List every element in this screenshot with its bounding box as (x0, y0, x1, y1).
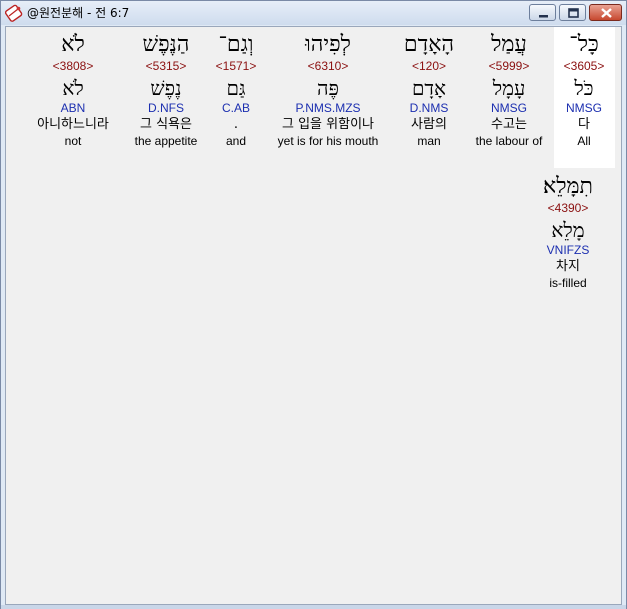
close-icon (601, 8, 612, 18)
word-block[interactable]: לֹא <3808> לֹא ABN 아니하느니라 not (23, 31, 123, 149)
korean-gloss: 수고는 (491, 117, 527, 132)
korean-gloss: 차지 (556, 259, 580, 274)
hebrew-word: הָאָדָם (403, 32, 455, 57)
english-gloss: the labour of (475, 134, 543, 148)
korean-gloss: . (233, 117, 239, 132)
word-block[interactable]: לְפִיהוּ <6310> פֶּה P.NMS.MZS 그 입을 위함이나… (263, 31, 393, 149)
word-block[interactable]: הָאָדָם <120> אָדָם D.NMS 사람의 man (384, 31, 474, 149)
word-block[interactable]: עֲמַל <5999> עָמָל NMSG 수고는 the labour o… (464, 31, 554, 149)
maximize-icon (568, 8, 579, 18)
word-block[interactable]: הַנֶּפֶשׁ <5315> נֶפֶשׁ D.NFS 그 식욕은 the … (121, 31, 211, 149)
morphology-code: NMSG (491, 101, 527, 115)
word-block[interactable]: תִמָּלֵא׃ <4390> מָלֵא VNIFZS 차지 is-fill… (528, 173, 608, 291)
korean-gloss: 그 식욕은 (140, 117, 192, 132)
lemma-word: לֹא (62, 76, 84, 100)
close-button[interactable] (589, 4, 622, 21)
strong-number[interactable]: <5999> (464, 59, 554, 74)
strong-number[interactable]: <120> (384, 59, 474, 74)
hebrew-word: לֹא (61, 32, 85, 57)
morphology-code: D.NFS (148, 101, 184, 115)
strong-number[interactable]: <3808> (23, 59, 123, 74)
english-gloss: and (225, 134, 247, 148)
english-gloss: man (417, 134, 441, 148)
morphology-code: D.NMS (409, 101, 449, 115)
window-title: @원전분해 - 전 6:7 (27, 6, 130, 20)
hebrew-word: וְגַם־ (218, 32, 254, 57)
english-gloss: yet is for his mouth (277, 134, 379, 148)
interlinear-view[interactable]: כָּל־ <3605> כֹּל NMSG 다 All עֲמַל <5999… (5, 26, 622, 605)
korean-gloss: 사람의 (411, 117, 447, 132)
word-block[interactable]: וְגַם־ <1571> גַּם C.AB . and (202, 31, 270, 149)
hebrew-word: לְפִיהוּ (305, 32, 351, 57)
lemma-word: גַּם (226, 76, 246, 100)
title-bar[interactable]: @원전분해 - 전 6:7 (1, 1, 626, 25)
morphology-code: ABN (60, 101, 86, 115)
lemma-word: נֶפֶשׁ (150, 76, 182, 100)
strong-number[interactable]: <4390> (528, 201, 608, 216)
minimize-icon (539, 15, 548, 18)
hebrew-word: הַנֶּפֶשׁ (142, 32, 190, 57)
korean-gloss: 아니하느니라 (37, 117, 109, 132)
app-window: @원전분해 - 전 6:7 כָּל־ <3605> כֹּל NMSG 다 A… (0, 0, 627, 609)
lemma-word: עָמָל (492, 76, 526, 100)
english-gloss: the appetite (134, 134, 198, 148)
window-bottom-border (1, 605, 626, 609)
english-gloss: is-filled (549, 276, 587, 290)
minimize-button[interactable] (529, 4, 556, 21)
morphology-code: C.AB (221, 101, 250, 115)
app-bible-icon (4, 4, 23, 22)
maximize-button[interactable] (559, 4, 586, 21)
lemma-word: אָדָם (411, 76, 447, 100)
strong-number[interactable]: <1571> (202, 59, 270, 74)
english-gloss: not (64, 134, 82, 148)
lemma-word: פֶּה (317, 76, 339, 100)
korean-gloss: 그 입을 위함이나 (282, 117, 374, 132)
strong-number[interactable]: <6310> (263, 59, 393, 74)
morphology-code: P.NMS.MZS (295, 101, 361, 115)
hebrew-word: תִמָּלֵא׃ (543, 174, 593, 199)
hebrew-word: עֲמַל (491, 32, 527, 57)
lemma-word: מָלֵא (551, 218, 585, 242)
morphology-code: VNIFZS (546, 243, 590, 257)
strong-number[interactable]: <5315> (121, 59, 211, 74)
